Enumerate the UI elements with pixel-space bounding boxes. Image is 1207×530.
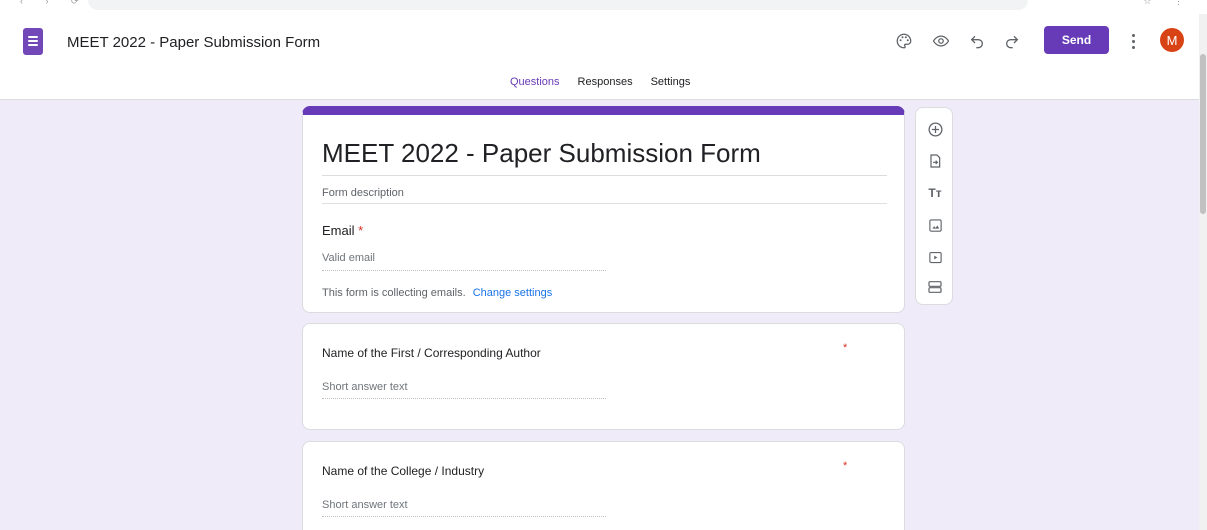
add-question-icon[interactable] xyxy=(926,120,944,138)
preview-eye-icon[interactable] xyxy=(930,30,952,52)
question-title[interactable]: Name of the First / Corresponding Author xyxy=(322,346,541,360)
form-title[interactable]: MEET 2022 - Paper Submission Form xyxy=(322,138,761,169)
floating-toolbar: Tт xyxy=(915,107,953,305)
collect-note-text: This form is collecting emails. xyxy=(322,287,466,299)
palette-icon[interactable] xyxy=(893,30,915,52)
tab-questions[interactable]: Questions xyxy=(510,76,560,88)
question-title[interactable]: Name of the College / Industry xyxy=(322,464,484,478)
title-underline xyxy=(322,175,887,176)
email-collection-note: This form is collecting emails. Change s… xyxy=(322,287,552,299)
page-scrollbar[interactable] xyxy=(1199,14,1207,530)
document-title[interactable]: MEET 2022 - Paper Submission Form xyxy=(67,34,320,51)
browser-actions[interactable]: ☆ ⋮ xyxy=(1143,0,1193,7)
undo-icon[interactable] xyxy=(966,30,988,52)
add-title-icon[interactable]: Tт xyxy=(926,184,944,202)
add-section-icon[interactable] xyxy=(926,278,944,296)
redo-icon[interactable] xyxy=(1001,30,1023,52)
email-question-label: Email * xyxy=(322,223,363,238)
question-card[interactable]: Name of the College / Industry * Short a… xyxy=(302,441,905,530)
address-bar[interactable] xyxy=(88,0,1028,10)
email-label-text: Email xyxy=(322,223,355,238)
import-questions-icon[interactable] xyxy=(926,152,944,170)
more-options-icon[interactable] xyxy=(1127,30,1139,52)
form-title-card[interactable]: MEET 2022 - Paper Submission Form Form d… xyxy=(302,106,905,313)
change-settings-link[interactable]: Change settings xyxy=(473,287,553,299)
form-description-input[interactable]: Form description xyxy=(322,187,404,199)
short-answer-placeholder: Short answer text xyxy=(322,381,408,393)
email-field[interactable]: Valid email xyxy=(322,252,375,264)
app-header: MEET 2022 - Paper Submission Form Send M… xyxy=(0,14,1207,100)
send-button[interactable]: Send xyxy=(1044,26,1109,54)
short-answer-underline xyxy=(322,398,606,399)
tab-settings[interactable]: Settings xyxy=(651,76,691,88)
form-tabs: Questions Responses Settings xyxy=(510,76,690,88)
short-answer-underline xyxy=(322,516,606,517)
scroll-thumb[interactable] xyxy=(1200,54,1206,214)
add-image-icon[interactable] xyxy=(926,216,944,234)
required-asterisk: * xyxy=(358,223,364,238)
required-asterisk: * xyxy=(843,460,848,472)
short-answer-placeholder: Short answer text xyxy=(322,499,408,511)
browser-nav-icons[interactable]: ‹ › ⟳ xyxy=(20,0,89,7)
required-asterisk: * xyxy=(843,342,848,354)
forms-logo-icon[interactable] xyxy=(23,28,43,55)
add-video-icon[interactable] xyxy=(926,248,944,266)
description-underline xyxy=(322,203,887,204)
question-card[interactable]: Name of the First / Corresponding Author… xyxy=(302,323,905,430)
avatar[interactable]: M xyxy=(1160,28,1184,52)
browser-chrome: ‹ › ⟳ ☆ ⋮ xyxy=(0,0,1207,14)
email-field-underline xyxy=(322,270,606,271)
tab-responses[interactable]: Responses xyxy=(578,76,633,88)
